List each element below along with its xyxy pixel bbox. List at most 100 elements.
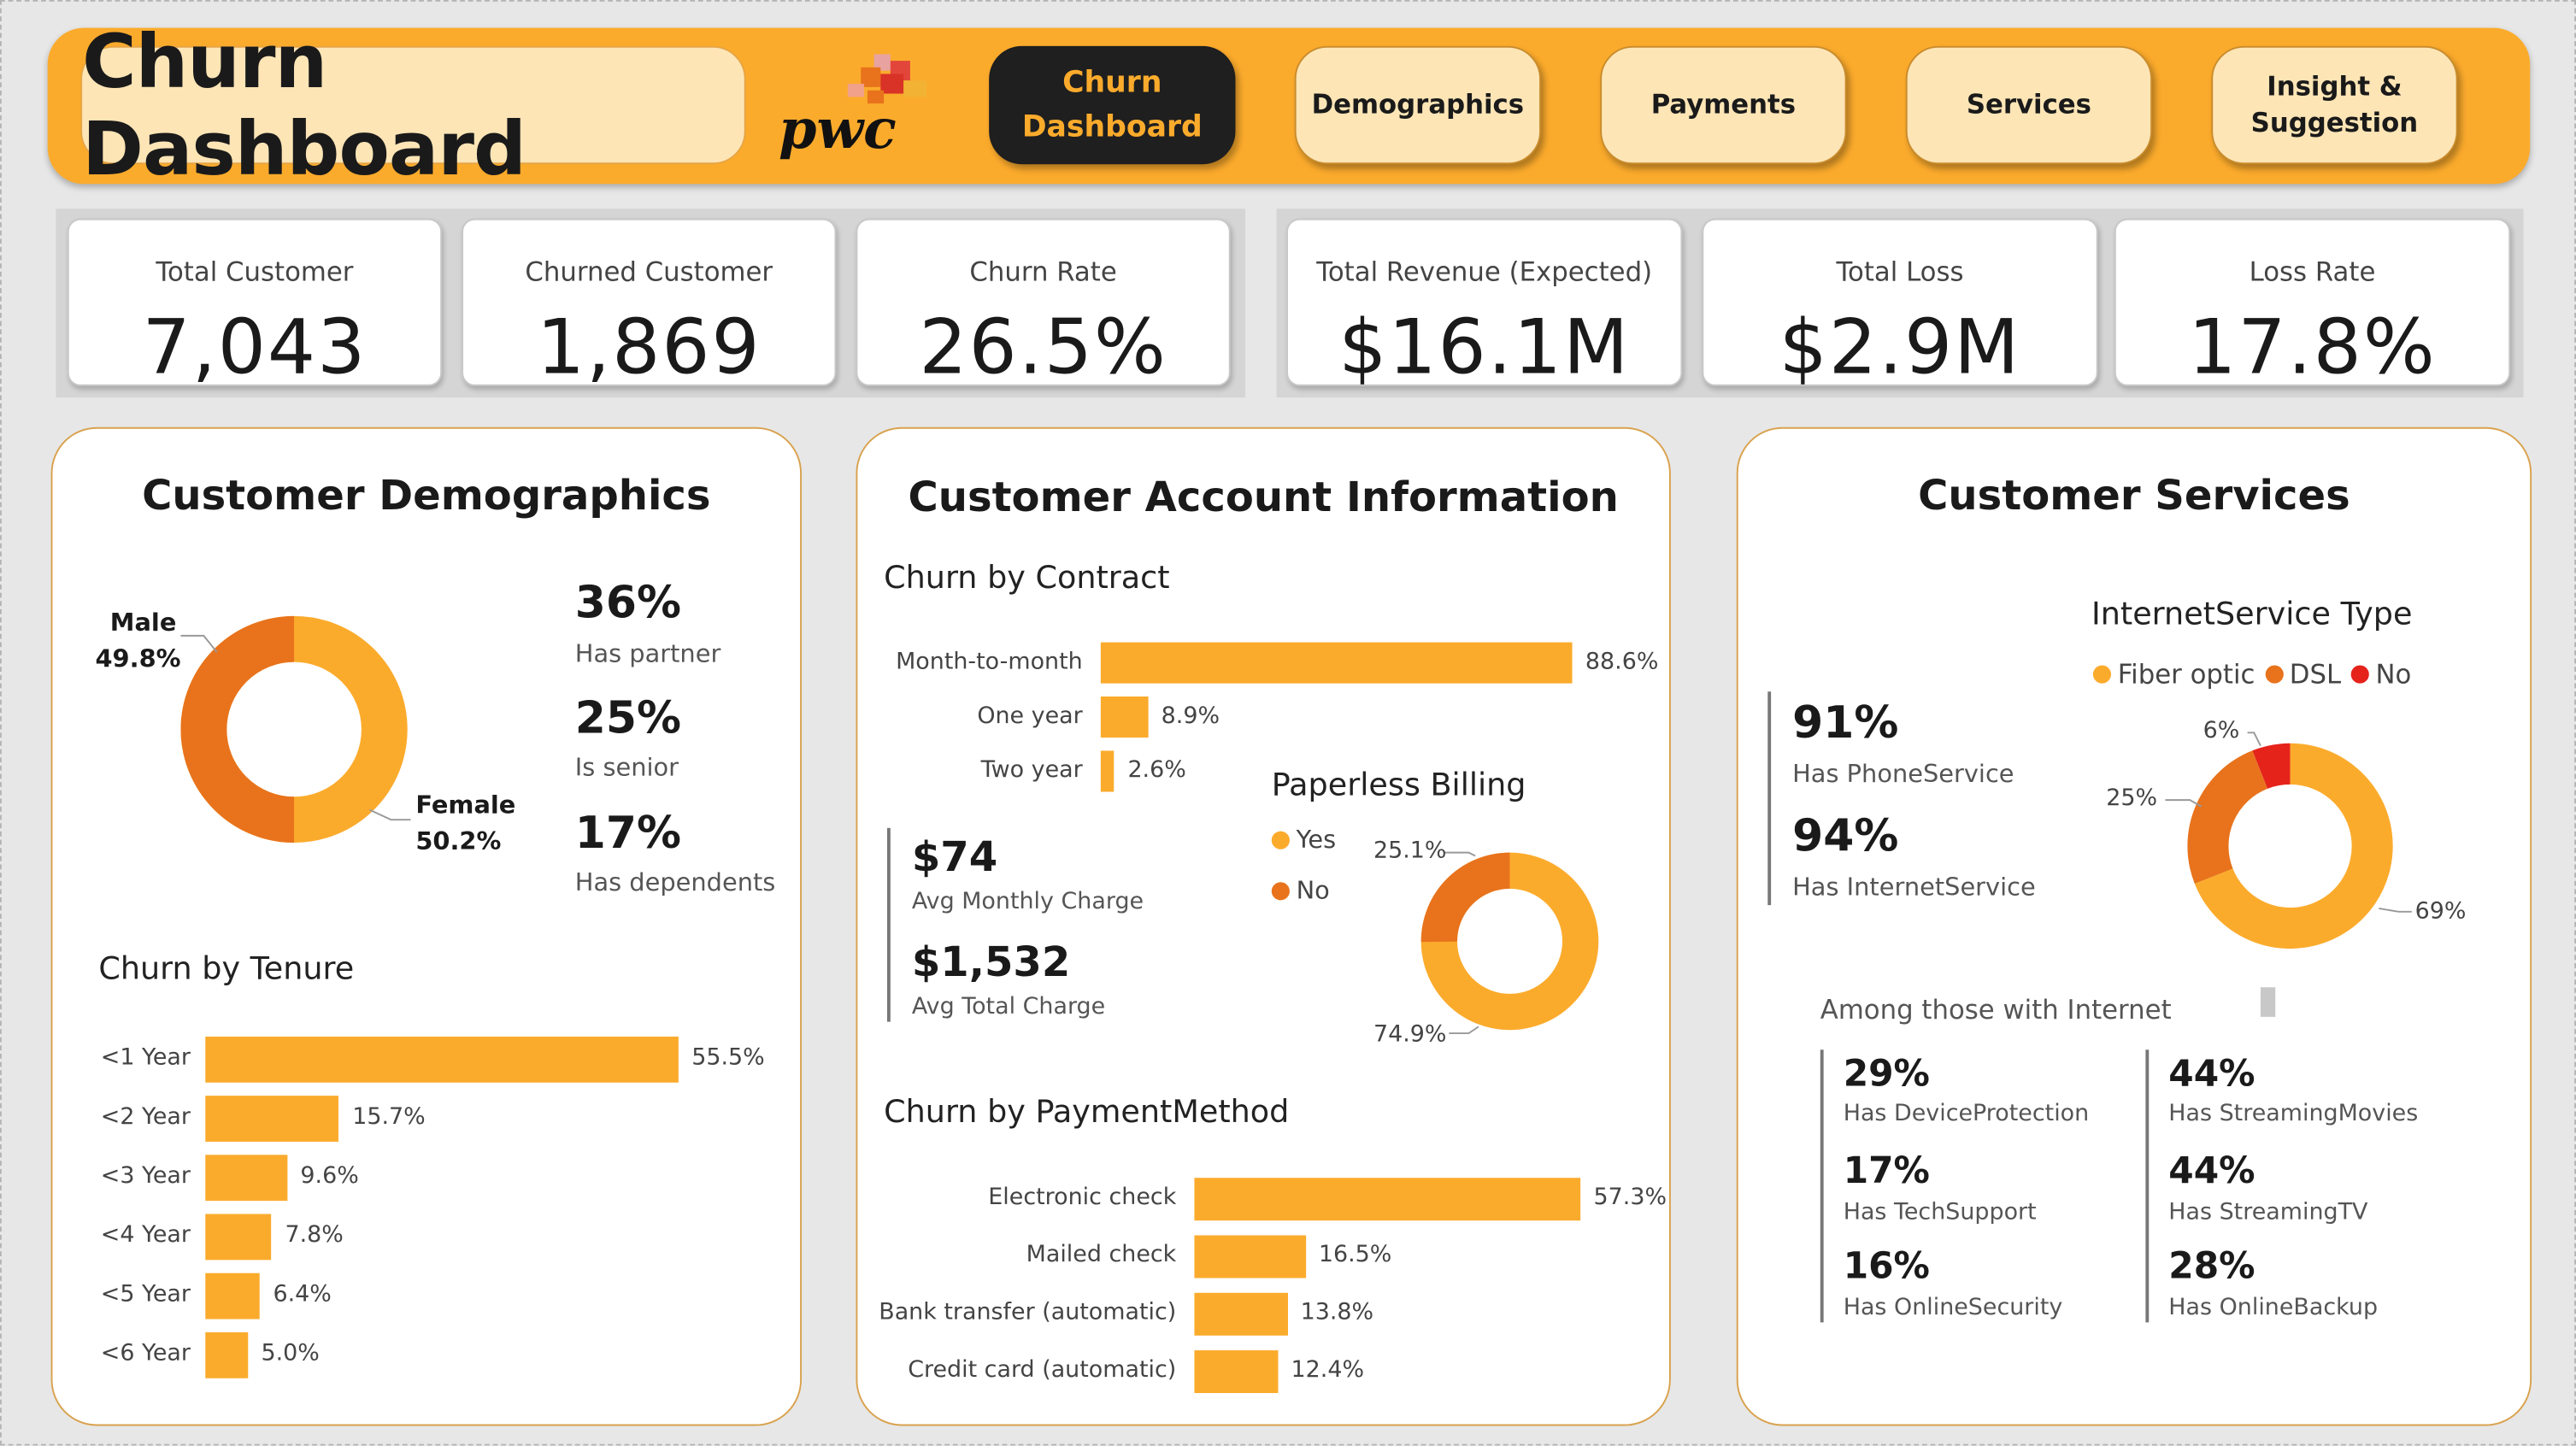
nav-churn-dashboard-button[interactable]: Churn Dashboard — [989, 45, 1236, 165]
bar[interactable] — [1194, 1292, 1288, 1336]
bar-value-label: 12.4% — [1291, 1356, 1365, 1384]
bar-category-label: Bank transfer (automatic) — [879, 1299, 1177, 1326]
bar[interactable] — [205, 1214, 273, 1261]
kpi-churned-customer-card: Churned Customer 1,869 — [462, 218, 837, 391]
kpi-churn-rate-value: 26.5% — [919, 302, 1167, 391]
bar[interactable] — [1194, 1178, 1581, 1221]
among-right-divider — [2145, 1049, 2150, 1323]
panel-customer-demographics: Customer Demographics Male 49.8% Female … — [50, 426, 803, 1426]
device-protection-label: Has DeviceProtection — [1843, 1100, 2090, 1127]
tech-support-label: Has TechSupport — [1843, 1199, 2037, 1226]
bar-category-label: <1 Year — [100, 1044, 191, 1072]
donut-segment-no — [1420, 852, 1511, 943]
kpi-total-loss-value: $2.9M — [1779, 302, 2021, 391]
male-leader-line — [180, 634, 218, 653]
bar-category-label: <5 Year — [100, 1281, 191, 1308]
donut-segment-dsl — [2187, 750, 2268, 885]
bar-value-label: 7.8% — [285, 1222, 344, 1249]
nav-services-button[interactable]: Services — [1905, 45, 2153, 165]
bar[interactable] — [1194, 1350, 1279, 1394]
bar[interactable] — [205, 1273, 261, 1320]
bar[interactable] — [205, 1096, 339, 1142]
paperless-no-pct: 25.1% — [1373, 838, 1447, 865]
scroll-indicator[interactable] — [2260, 987, 2276, 1017]
online-security-value: 16% — [1843, 1246, 1930, 1289]
dashboard-canvas: Churn Dashboard pwc Churn Dashboard Demog… — [0, 0, 2576, 1446]
bar-value-label: 6.4% — [273, 1281, 332, 1308]
bar-category-label: Credit card (automatic) — [908, 1356, 1177, 1384]
donut-segment-no-internet — [2252, 743, 2291, 790]
panel-customer-account: Customer Account Information Churn by Co… — [856, 426, 1672, 1426]
male-label: Male — [109, 608, 177, 638]
kpi-loss-rate-label: Loss Rate — [2249, 256, 2376, 288]
dsl-pct: 25% — [2106, 785, 2158, 812]
bar-category-label: <2 Year — [100, 1103, 191, 1131]
paperless-yes-leader — [1449, 1026, 1479, 1035]
no-internet-pct: 6% — [2203, 718, 2240, 744]
bar-category-label: <4 Year — [100, 1222, 191, 1249]
bar[interactable] — [205, 1331, 249, 1378]
device-protection-value: 29% — [1843, 1055, 1930, 1096]
female-leader-line — [369, 808, 411, 821]
bar-value-label: 9.6% — [300, 1162, 359, 1190]
among-left-divider — [1820, 1049, 1824, 1323]
nav-demographics-button[interactable]: Demographics — [1294, 45, 1542, 165]
streaming-tv-value: 44% — [2168, 1151, 2255, 1193]
stat-senior-value: 25% — [574, 693, 682, 744]
tenure-bar-chart: <1 Year 55.5% <2 Year 15.7% <3 Year 9.6% <4 Ye… — [53, 1020, 803, 1398]
payment-chart-title: Churn by PaymentMethod — [884, 1094, 1290, 1131]
bar-value-label: 13.8% — [1300, 1299, 1374, 1326]
kpi-churn-rate-label: Churn Rate — [969, 256, 1117, 288]
stat-dependents-value: 17% — [574, 808, 682, 860]
female-pct: 50.2% — [415, 826, 502, 856]
bar-value-label: 55.5% — [691, 1044, 765, 1072]
bar[interactable] — [1194, 1235, 1306, 1278]
among-internet-title: Among those with Internet — [1820, 993, 2172, 1026]
internet-type-donut-chart — [2165, 732, 2412, 949]
payment-bar-chart: Electronic check 57.3% Mailed check 16.5% Ba… — [857, 1172, 1672, 1402]
no-internet-leader — [2247, 732, 2261, 747]
nav-payments-button[interactable]: Payments — [1600, 45, 1847, 165]
stat-partner-value: 36% — [574, 578, 682, 630]
paperless-no-leader — [1444, 851, 1476, 857]
pwc-logo: pwc — [779, 51, 943, 167]
fiber-leader — [2379, 908, 2412, 913]
male-pct: 49.8% — [95, 644, 181, 674]
online-backup-value: 28% — [2168, 1246, 2255, 1289]
female-label: Female — [415, 790, 516, 820]
bar[interactable] — [205, 1155, 288, 1202]
bar-category-label: Electronic check — [988, 1184, 1177, 1211]
donut-segment-male — [180, 615, 295, 844]
kpi-total-customer-card: Total Customer 7,043 — [67, 218, 443, 391]
bar-category-label: Mailed check — [1026, 1242, 1177, 1268]
tenure-chart-title: Churn by Tenure — [98, 950, 355, 988]
bar-value-label: 15.7% — [352, 1103, 426, 1131]
bar-category-label: <3 Year — [100, 1162, 191, 1190]
kpi-loss-rate-card: Loss Rate 17.8% — [2114, 218, 2511, 391]
bar[interactable] — [205, 1036, 679, 1083]
streaming-tv-label: Has StreamingTV — [2168, 1199, 2368, 1226]
stat-senior-label: Is senior — [574, 752, 679, 782]
kpi-total-loss-card: Total Loss $2.9M — [1702, 218, 2098, 391]
nav-insight-suggestion-button[interactable]: Insight & Suggestion — [2211, 45, 2458, 165]
streaming-movies-value: 44% — [2168, 1055, 2255, 1096]
kpi-total-revenue-card: Total Revenue (Expected) $16.1M — [1286, 218, 1683, 391]
kpi-churn-rate-card: Churn Rate 26.5% — [856, 218, 1231, 391]
kpi-total-customer-label: Total Customer — [156, 256, 354, 288]
kpi-churned-customer-label: Churned Customer — [525, 256, 773, 288]
kpi-loss-rate-value: 17.8% — [2188, 302, 2437, 391]
title-box: Churn Dashboard — [80, 18, 746, 192]
kpi-total-revenue-value: $16.1M — [1338, 302, 1631, 391]
stat-dependents-label: Has dependents — [574, 867, 776, 897]
kpi-total-loss-label: Total Loss — [1836, 256, 1964, 288]
bar-value-label: 16.5% — [1318, 1242, 1392, 1268]
bar-category-label: <6 Year — [100, 1340, 191, 1367]
paperless-yes-pct: 74.9% — [1373, 1021, 1447, 1049]
fiber-pct: 69% — [2414, 898, 2467, 926]
tech-support-value: 17% — [1843, 1151, 1930, 1193]
online-security-label: Has OnlineSecurity — [1843, 1294, 2063, 1321]
header-bar: Churn Dashboard pwc Churn Dashboard Demog… — [47, 18, 2531, 192]
stat-partner-label: Has partner — [574, 638, 721, 669]
kpi-total-customer-value: 7,043 — [142, 302, 368, 391]
pwc-logo-text: pwc — [779, 97, 897, 162]
